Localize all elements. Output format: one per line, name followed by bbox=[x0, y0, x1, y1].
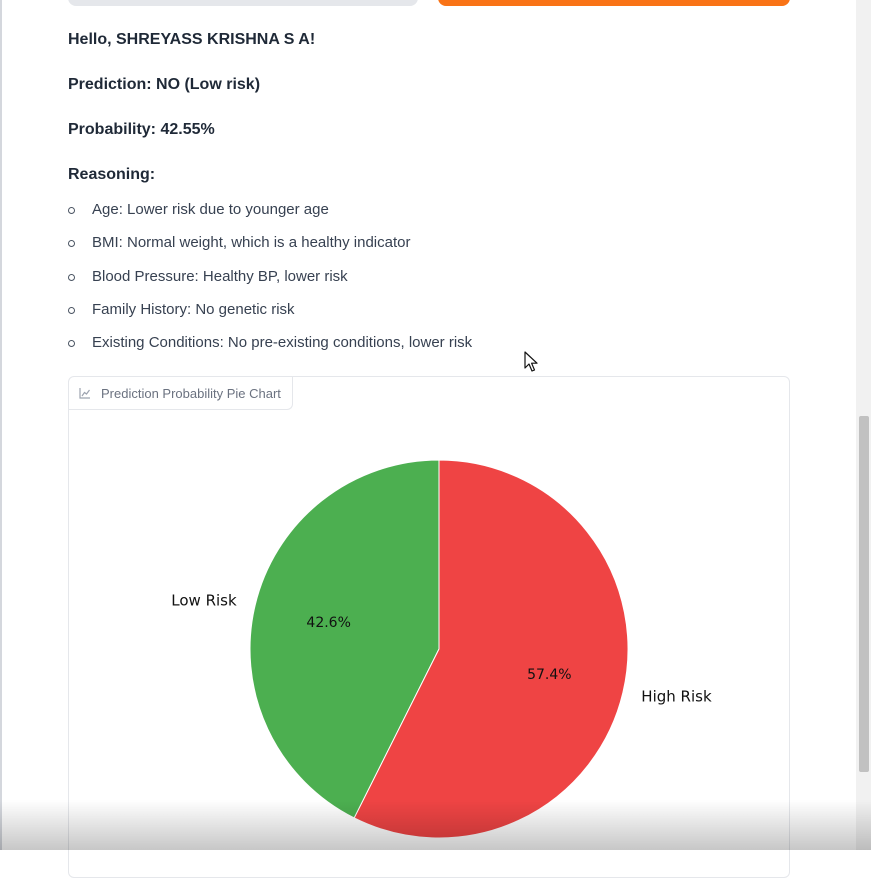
bullet-icon bbox=[68, 240, 75, 248]
reasoning-item-age: Age: Lower risk due to younger age bbox=[68, 200, 472, 233]
reasoning-item-text: Age: Lower risk due to younger age bbox=[92, 201, 329, 218]
reasoning-item-text: BMI: Normal weight, which is a healthy i… bbox=[92, 234, 411, 252]
reasoning-item-text: Family History: No genetic risk bbox=[92, 300, 295, 318]
pie-category-label: Low Risk bbox=[171, 592, 237, 610]
prediction-text: Prediction: NO (Low risk) bbox=[68, 76, 261, 93]
mouse-cursor-icon bbox=[524, 351, 538, 372]
reasoning-item-existing-conditions: Existing Conditions: No pre-existing con… bbox=[68, 333, 472, 366]
reasoning-item-text: Blood Pressure: Healthy BP, lower risk bbox=[92, 267, 348, 285]
primary-button[interactable] bbox=[438, 0, 790, 6]
reasoning-list: Age: Lower risk due to younger age BMI: … bbox=[68, 200, 472, 366]
greeting-text: Hello, SHREYASS KRISHNA S A! bbox=[68, 31, 316, 48]
pie-chart: 42.6% Low Risk 57.4% High Risk bbox=[171, 459, 712, 839]
bullet-icon bbox=[68, 207, 75, 214]
bullet-icon bbox=[68, 340, 75, 348]
pie-category-label: High Risk bbox=[641, 687, 712, 705]
pie-chart-panel: Prediction Probability Pie Chart 42.6% Lo… bbox=[68, 376, 790, 878]
reasoning-item-family-history: Family History: No genetic risk bbox=[68, 300, 472, 333]
scrollbar-thumb[interactable] bbox=[859, 416, 869, 772]
secondary-button[interactable] bbox=[68, 0, 418, 6]
reasoning-item-text: Existing Conditions: No pre-existing con… bbox=[92, 334, 473, 352]
pie-percent-label: 57.4% bbox=[527, 667, 571, 683]
probability-text: Probability: 42.55% bbox=[68, 121, 215, 138]
reasoning-item-bmi: BMI: Normal weight, which is a healthy i… bbox=[68, 233, 472, 266]
bullet-icon bbox=[68, 273, 75, 281]
reasoning-item-blood-pressure: Blood Pressure: Healthy BP, lower risk bbox=[68, 267, 472, 300]
reasoning-heading: Reasoning: bbox=[68, 166, 156, 183]
pie-percent-label: 42.6% bbox=[306, 615, 350, 631]
window-edge bbox=[0, 0, 2, 850]
bullet-icon bbox=[68, 306, 75, 314]
